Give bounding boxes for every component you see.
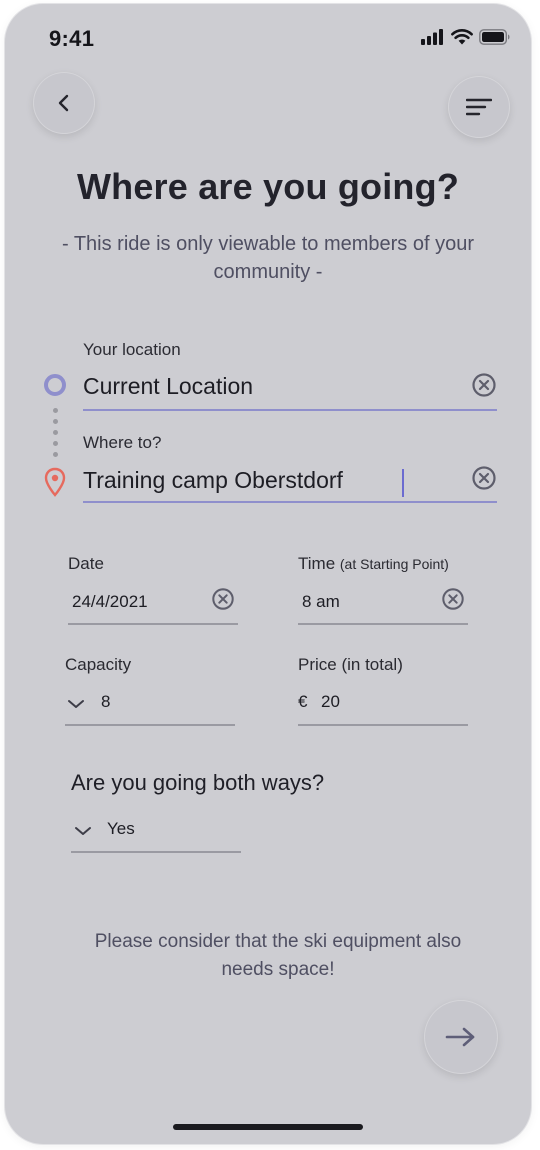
filter-menu-icon bbox=[466, 98, 492, 116]
time-input[interactable]: 8 am bbox=[302, 592, 340, 612]
status-icons bbox=[421, 28, 511, 45]
origin-input[interactable]: Current Location bbox=[83, 373, 253, 400]
filter-menu-button[interactable] bbox=[448, 76, 510, 138]
origin-underline bbox=[83, 409, 497, 411]
both-ways-question: Are you going both ways? bbox=[71, 770, 325, 795]
route-dot bbox=[53, 452, 58, 457]
route-dot bbox=[53, 408, 58, 413]
time-label-hint: (at Starting Point) bbox=[339, 556, 449, 572]
location-ring-icon bbox=[44, 374, 66, 396]
phone-screen: 9:41 Where are you going? - This ride is… bbox=[5, 4, 531, 1144]
status-bar: 9:41 bbox=[5, 4, 531, 68]
status-time: 9:41 bbox=[49, 26, 95, 51]
battery-icon bbox=[479, 28, 510, 45]
time-label-text: Time bbox=[298, 554, 336, 573]
date-label: Date bbox=[68, 554, 104, 573]
price-input[interactable]: 20 bbox=[321, 692, 340, 712]
clear-date-icon[interactable] bbox=[211, 587, 235, 611]
text-cursor bbox=[402, 469, 404, 497]
wifi-icon bbox=[451, 29, 473, 45]
currency-symbol: € bbox=[298, 692, 308, 711]
both-ways-value: Yes bbox=[107, 819, 135, 838]
signal-icon bbox=[421, 28, 443, 45]
map-pin-icon bbox=[44, 467, 66, 497]
capacity-value: 8 bbox=[101, 692, 111, 711]
arrow-right-icon bbox=[445, 1027, 475, 1047]
capacity-underline bbox=[65, 724, 235, 726]
both-ways-underline bbox=[71, 851, 241, 853]
next-button[interactable] bbox=[424, 1000, 498, 1074]
clear-time-icon[interactable] bbox=[441, 587, 465, 611]
destination-label: Where to? bbox=[83, 433, 162, 452]
chevron-down-icon bbox=[68, 700, 84, 708]
route-dot bbox=[53, 441, 58, 446]
page-title: Where are you going? bbox=[76, 166, 460, 207]
both-ways-dropdown[interactable]: Yes bbox=[71, 816, 241, 846]
capacity-label: Capacity bbox=[65, 655, 132, 674]
back-button[interactable] bbox=[33, 72, 95, 134]
home-indicator bbox=[173, 1124, 363, 1130]
chevron-down-icon bbox=[75, 827, 91, 835]
time-underline bbox=[298, 623, 468, 625]
price-label: Price (in total) bbox=[298, 655, 403, 674]
price-underline bbox=[298, 724, 468, 726]
origin-label: Your location bbox=[83, 340, 181, 359]
route-dot bbox=[53, 419, 58, 424]
capacity-dropdown[interactable]: 8 bbox=[65, 690, 235, 720]
date-input[interactable]: 24/4/2021 bbox=[72, 592, 148, 612]
destination-underline bbox=[83, 501, 497, 503]
page-subtitle: - This ride is only viewable to members … bbox=[61, 233, 474, 283]
destination-input[interactable]: Training camp Oberstdorf bbox=[83, 467, 343, 494]
route-dot bbox=[53, 430, 58, 435]
equipment-note: Please consider that the ski equipment a… bbox=[94, 931, 462, 980]
clear-destination-icon[interactable] bbox=[471, 465, 497, 491]
date-underline bbox=[68, 623, 238, 625]
clear-origin-icon[interactable] bbox=[471, 372, 497, 398]
time-label: Time (at Starting Point) bbox=[298, 554, 449, 574]
chevron-left-icon bbox=[58, 94, 69, 112]
